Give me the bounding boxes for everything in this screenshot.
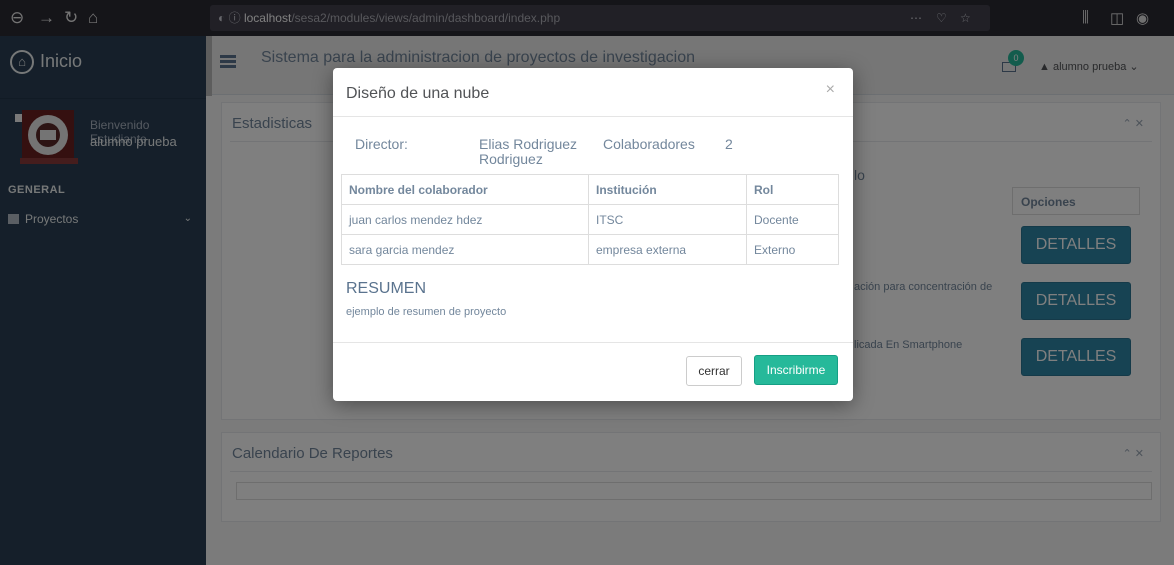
director-name-line1: Elias Rodriguez	[479, 136, 578, 152]
modal-footer-divider	[333, 342, 853, 343]
collaborators-count: 2	[725, 136, 733, 152]
collaborators-table: Nombre del colaborador Institución Rol j…	[341, 174, 839, 265]
table-header-row: Nombre del colaborador Institución Rol	[341, 174, 839, 205]
cell-role: Externo	[746, 234, 839, 265]
modal-header: Diseño de una nube ×	[333, 68, 853, 117]
close-button[interactable]: cerrar	[686, 356, 742, 386]
director-label: Director:	[355, 136, 408, 152]
col-header-role: Rol	[746, 174, 839, 205]
enroll-button[interactable]: Inscribirme	[754, 355, 838, 385]
summary-text: ejemplo de resumen de proyecto	[346, 306, 507, 318]
modal-title: Diseño de una nube	[346, 85, 490, 102]
table-row: sara garcia mendez empresa externa Exter…	[341, 234, 839, 265]
project-modal: Diseño de una nube × Director: Elias Rod…	[333, 68, 853, 401]
cell-institution: empresa externa	[588, 234, 747, 265]
collaborators-label: Colaboradores	[603, 136, 695, 152]
summary-heading: RESUMEN	[346, 280, 427, 297]
col-header-institution: Institución	[588, 174, 747, 205]
director-name-line2: Rodriguez	[479, 151, 543, 167]
table-row: juan carlos mendez hdez ITSC Docente	[341, 204, 839, 235]
cell-institution: ITSC	[588, 204, 747, 235]
close-icon[interactable]: ×	[826, 81, 835, 99]
cell-role: Docente	[746, 204, 839, 235]
cell-name: juan carlos mendez hdez	[341, 204, 589, 235]
col-header-name: Nombre del colaborador	[341, 174, 589, 205]
cell-name: sara garcia mendez	[341, 234, 589, 265]
